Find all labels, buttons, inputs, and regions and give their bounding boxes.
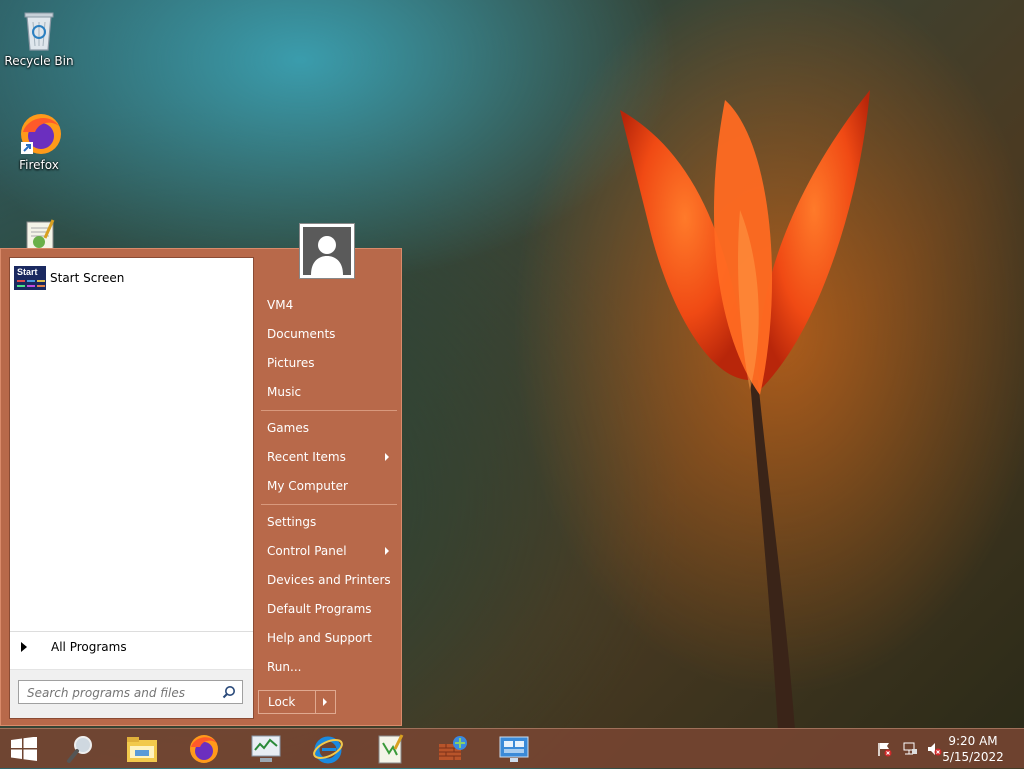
menu-item-label: Recent Items [267, 450, 346, 464]
pinned-item-start-screen[interactable]: Start Start Screen [14, 265, 250, 291]
start-menu-places-pane: VM4 Documents Pictures Music Games Recen… [259, 249, 401, 725]
network-icon[interactable] [902, 741, 918, 757]
taskbar-remote-desktop[interactable] [490, 731, 538, 767]
taskbar-search-button[interactable] [56, 731, 104, 767]
power-options-arrow-button[interactable] [316, 690, 336, 714]
search-area [10, 669, 253, 718]
triangle-right-icon [323, 698, 327, 706]
file-explorer-icon [127, 737, 157, 762]
clock[interactable]: 9:20 AM 5/15/2022 [938, 733, 1008, 765]
menu-item-games[interactable]: Games [259, 415, 399, 441]
power-options: Lock [258, 690, 336, 714]
taskbar-file-explorer[interactable] [118, 731, 166, 767]
start-button[interactable] [0, 731, 48, 767]
all-programs-label: All Programs [51, 640, 127, 654]
menu-item-music[interactable]: Music [259, 379, 399, 405]
action-center-flag-icon[interactable] [876, 741, 892, 757]
menu-item-label: Games [267, 421, 309, 435]
wallpaper-tulip [620, 90, 870, 730]
remote-desktop-icon [499, 736, 529, 762]
start-tile-text: Start [17, 267, 38, 277]
menu-item-label: Settings [267, 515, 317, 529]
pinned-item-label: Start Screen [50, 271, 125, 285]
windows-logo-icon [11, 737, 37, 761]
search-icon[interactable] [222, 685, 236, 699]
menu-item-documents[interactable]: Documents [259, 321, 399, 347]
menu-item-label: Music [267, 385, 302, 399]
submenu-arrow-icon [385, 453, 389, 461]
system-tray: 9:20 AM 5/15/2022 [864, 729, 1024, 769]
desktop-icon-firefox[interactable]: Firefox [0, 112, 78, 172]
menu-item-pictures[interactable]: Pictures [259, 350, 399, 376]
taskbar: 9:20 AM 5/15/2022 [0, 728, 1024, 768]
lock-label: Lock [268, 695, 296, 709]
menu-item-label: VM4 [267, 298, 294, 312]
desktop-icon-recycle-bin[interactable]: Recycle Bin [0, 8, 78, 68]
clock-time: 9:20 AM [948, 734, 998, 748]
triangle-right-icon [21, 642, 27, 652]
desktop-icon-label: Firefox [19, 158, 59, 172]
firefox-icon [190, 735, 218, 763]
user-avatar-icon [303, 227, 351, 275]
user-picture[interactable] [299, 223, 355, 279]
menu-item-label: Devices and Printers [267, 573, 391, 587]
firefox-icon [21, 114, 61, 154]
menu-item-recent-items[interactable]: Recent Items [259, 444, 399, 470]
menu-item-user[interactable]: VM4 [259, 292, 399, 318]
menu-separator [261, 504, 397, 505]
clock-date: 5/15/2022 [942, 750, 1004, 764]
menu-item-label: My Computer [267, 479, 348, 493]
menu-item-devices-and-printers[interactable]: Devices and Printers [259, 567, 399, 593]
menu-item-settings[interactable]: Settings [259, 509, 399, 535]
all-programs-button[interactable]: All Programs [10, 631, 253, 662]
desktop-icon-label: Recycle Bin [4, 54, 74, 68]
search-input[interactable] [25, 682, 224, 704]
menu-item-label: Default Programs [267, 602, 372, 616]
internet-explorer-icon [313, 736, 343, 764]
recycle-bin-icon [24, 12, 54, 51]
task-manager-icon [251, 735, 281, 762]
submenu-arrow-icon [385, 547, 389, 555]
menu-item-my-computer[interactable]: My Computer [259, 473, 399, 499]
network-setup-icon [439, 736, 467, 760]
taskbar-notepad-plus-plus[interactable] [366, 731, 414, 767]
menu-item-label: Help and Support [267, 631, 372, 645]
menu-item-run[interactable]: Run... [259, 654, 399, 680]
menu-item-help-and-support[interactable]: Help and Support [259, 625, 399, 651]
taskbar-network-setup[interactable] [428, 731, 476, 767]
taskbar-task-manager[interactable] [242, 731, 290, 767]
start-screen-tile-icon: Start [14, 266, 46, 290]
search-icon [67, 736, 92, 763]
menu-item-default-programs[interactable]: Default Programs [259, 596, 399, 622]
menu-item-label: Control Panel [267, 544, 347, 558]
menu-separator [261, 410, 397, 411]
start-menu: Start Start Screen All Programs Search p… [0, 248, 402, 726]
taskbar-internet-explorer[interactable] [304, 731, 352, 767]
taskbar-firefox[interactable] [180, 731, 228, 767]
menu-item-label: Run... [267, 660, 302, 674]
lock-button[interactable]: Lock [258, 690, 316, 714]
start-menu-programs-pane: Start Start Screen All Programs [9, 257, 254, 719]
search-box[interactable] [18, 680, 243, 704]
menu-item-label: Pictures [267, 356, 315, 370]
menu-item-control-panel[interactable]: Control Panel [259, 538, 399, 564]
menu-item-label: Documents [267, 327, 336, 341]
notepad-plus-plus-icon [378, 734, 404, 764]
